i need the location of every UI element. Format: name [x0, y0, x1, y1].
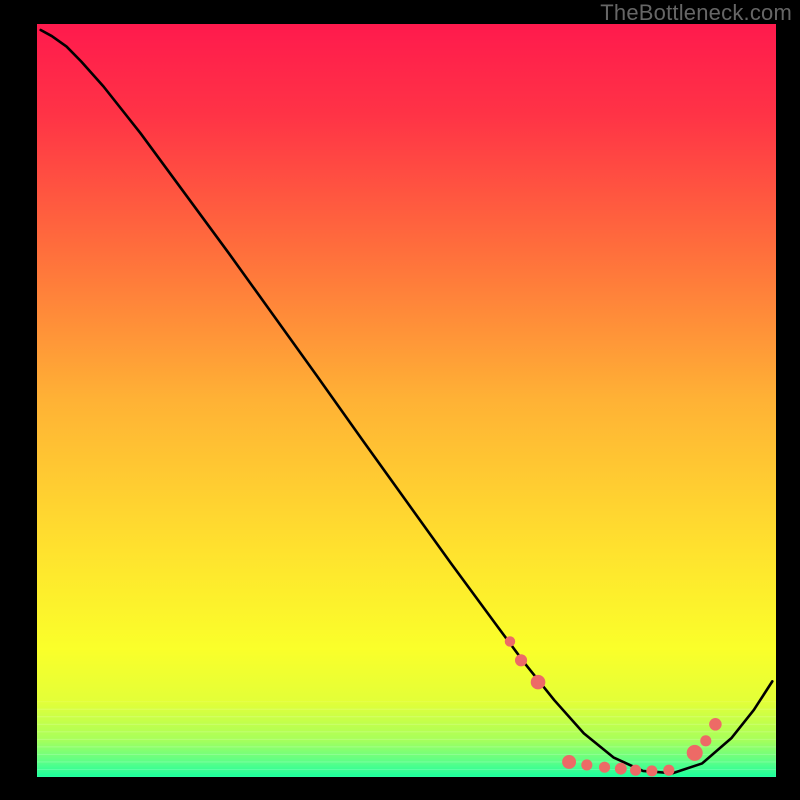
curve-marker — [515, 654, 527, 666]
chart-svg — [37, 24, 776, 777]
curve-marker — [581, 759, 592, 770]
curve-marker — [615, 763, 627, 775]
chart-container: TheBottleneck.com — [0, 0, 800, 800]
curve-marker — [663, 765, 674, 776]
curve-marker — [700, 735, 711, 746]
curve-marker — [630, 765, 641, 776]
curve-marker — [531, 675, 546, 690]
watermark-text: TheBottleneck.com — [600, 0, 792, 26]
chart-background — [37, 24, 776, 777]
curve-marker — [562, 755, 576, 769]
curve-marker — [505, 636, 515, 646]
curve-marker — [687, 745, 703, 761]
plot-area — [37, 24, 776, 777]
curve-marker — [646, 765, 657, 776]
curve-marker — [709, 718, 722, 731]
curve-marker — [599, 762, 610, 773]
